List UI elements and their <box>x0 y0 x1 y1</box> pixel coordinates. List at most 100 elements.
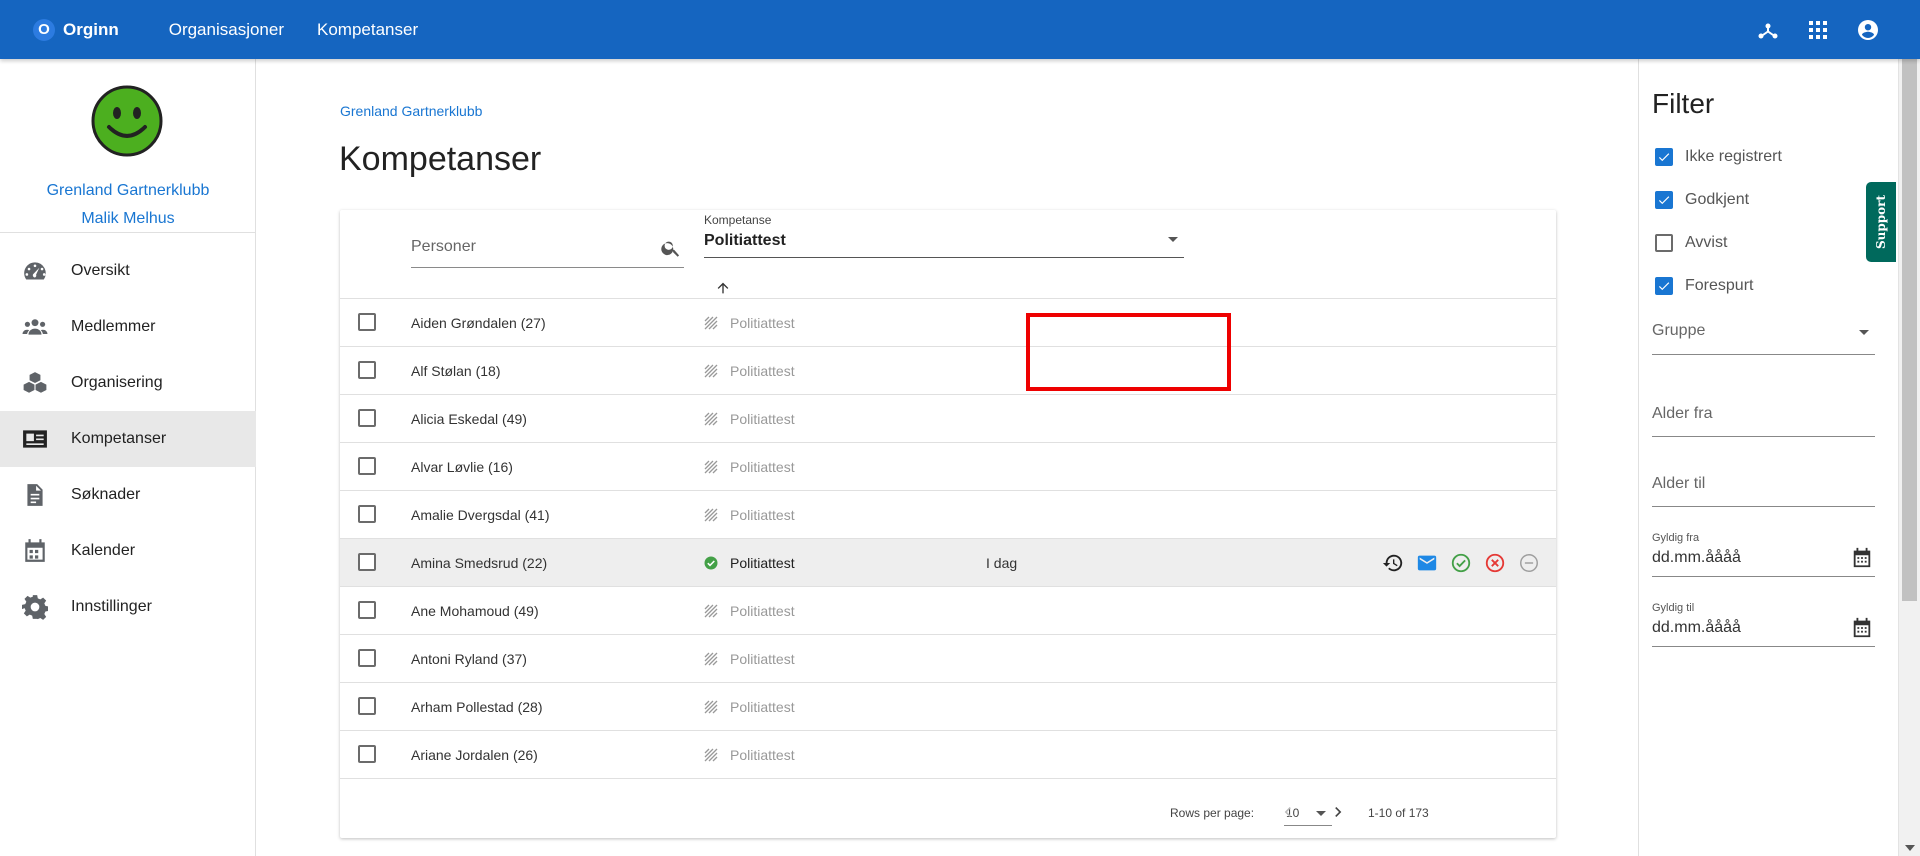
filter-check-ikke-registrert[interactable]: Ikke registrert <box>1652 145 1782 169</box>
gyldig-til-field[interactable]: Gyldig til dd.mm.åååå <box>1652 602 1875 647</box>
sidebar-item-label: Organisering <box>71 374 163 391</box>
account-icon[interactable] <box>1856 18 1880 42</box>
kompetanse-name: Politiattest <box>730 506 795 523</box>
table-row[interactable]: Arham Pollestad (28) Politiattest <box>340 683 1556 731</box>
person-name[interactable]: Alf Stølan (18) <box>411 363 500 379</box>
table-row[interactable]: Amina Smedsrud (22) Politiattest I dag <box>340 539 1556 587</box>
gyldig-til-label: Gyldig til <box>1652 602 1695 614</box>
remove-icon[interactable] <box>1518 552 1540 574</box>
person-name[interactable]: Ariane Jordalen (26) <box>411 747 538 763</box>
filter-panel: Filter Ikke registrert Godkjent Avvist F… <box>1638 59 1898 856</box>
id-card-icon <box>23 430 47 448</box>
next-page-button[interactable] <box>1328 802 1348 822</box>
sidebar-item-organisering[interactable]: Organisering <box>0 355 256 411</box>
kompetanse-name: Politiattest <box>730 314 795 331</box>
approve-icon[interactable] <box>1450 552 1472 574</box>
support-label: Support <box>1874 194 1889 250</box>
sort-arrow-up-icon[interactable] <box>715 280 731 296</box>
row-checkbox[interactable] <box>358 745 376 763</box>
sidebar-item-soknader[interactable]: Søknader <box>0 467 256 523</box>
table-row[interactable]: Alf Stølan (18) Politiattest <box>340 347 1556 395</box>
club-name[interactable]: Grenland Gartnerklubb <box>0 182 256 200</box>
row-checkbox[interactable] <box>358 409 376 427</box>
nav-organisasjoner[interactable]: Organisasjoner <box>169 20 284 40</box>
people-icon <box>22 319 48 335</box>
history-icon[interactable] <box>1382 552 1404 574</box>
nav-kompetanser[interactable]: Kompetanser <box>317 20 418 40</box>
table-pagination: Rows per page: 10 1-10 of 173 <box>340 788 1556 838</box>
row-checkbox[interactable] <box>358 553 376 571</box>
filter-check-avvist[interactable]: Avvist <box>1652 231 1727 255</box>
scroll-thumb[interactable] <box>1902 18 1917 601</box>
calendar-icon[interactable] <box>1851 547 1873 569</box>
checkbox-checked-icon[interactable] <box>1655 191 1673 209</box>
person-name[interactable]: Antoni Ryland (37) <box>411 651 527 667</box>
filter-check-label: Avvist <box>1685 234 1728 251</box>
previous-page-button[interactable] <box>1278 802 1298 822</box>
rows-per-page-label: Rows per page: <box>1170 806 1255 820</box>
logo-badge: O <box>33 18 55 41</box>
gyldig-fra-field[interactable]: Gyldig fra dd.mm.åååå <box>1652 532 1875 577</box>
row-checkbox[interactable] <box>358 505 376 523</box>
not-registered-icon <box>704 364 718 378</box>
sidebar-item-innstillinger[interactable]: Innstillinger <box>0 579 256 635</box>
person-name[interactable]: Alicia Eskedal (49) <box>411 411 527 427</box>
person-search-input[interactable] <box>411 226 651 262</box>
sidebar-item-kompetanser[interactable]: Kompetanser <box>0 411 256 467</box>
sidebar-item-label: Kalender <box>71 542 136 559</box>
table-row[interactable]: Ariane Jordalen (26) Politiattest <box>340 731 1556 779</box>
kompetanse-name: Politiattest <box>730 650 795 667</box>
table-row[interactable]: Ane Mohamoud (49) Politiattest <box>340 587 1556 635</box>
table-row[interactable]: Amalie Dvergsdal (41) Politiattest <box>340 491 1556 539</box>
reject-icon[interactable] <box>1484 552 1506 574</box>
person-name[interactable]: Ane Mohamoud (49) <box>411 603 539 619</box>
support-tab[interactable]: Support <box>1866 182 1896 262</box>
person-name[interactable]: Amina Smedsrud (22) <box>411 555 547 571</box>
hub-icon[interactable] <box>1756 18 1780 42</box>
table-row[interactable]: Alicia Eskedal (49) Politiattest <box>340 395 1556 443</box>
sidebar-item-medlemmer[interactable]: Medlemmer <box>0 299 256 355</box>
sidebar-item-oversikt[interactable]: Oversikt <box>0 243 256 299</box>
person-name[interactable]: Amalie Dvergsdal (41) <box>411 507 550 523</box>
kompetanse-select[interactable]: Kompetanse Politiattest <box>704 210 1184 258</box>
row-checkbox[interactable] <box>358 361 376 379</box>
row-checkbox[interactable] <box>358 313 376 331</box>
checkbox-empty-icon[interactable] <box>1655 234 1673 252</box>
table-row[interactable]: Alvar Løvlie (16) Politiattest <box>340 443 1556 491</box>
checkbox-checked-icon[interactable] <box>1655 148 1673 166</box>
gruppe-select[interactable]: Gruppe <box>1652 314 1875 355</box>
row-checkbox[interactable] <box>358 649 376 667</box>
app-logo[interactable]: O Orginn <box>33 18 119 41</box>
app-name: Orginn <box>63 19 119 39</box>
smiley-icon <box>91 85 163 157</box>
row-checkbox[interactable] <box>358 697 376 715</box>
alder-fra-field[interactable]: Alder fra <box>1652 397 1875 437</box>
not-registered-icon <box>704 316 718 330</box>
apps-icon[interactable] <box>1806 18 1830 42</box>
row-checkbox[interactable] <box>358 457 376 475</box>
filter-check-godkjent[interactable]: Godkjent <box>1652 188 1749 212</box>
filter-check-forespurt[interactable]: Forespurt <box>1652 274 1753 298</box>
user-name[interactable]: Malik Melhus <box>0 210 256 228</box>
sidebar-item-kalender[interactable]: Kalender <box>0 523 256 579</box>
person-name[interactable]: Alvar Løvlie (16) <box>411 459 513 475</box>
checkbox-checked-icon[interactable] <box>1655 277 1673 295</box>
breadcrumb[interactable]: Grenland Gartnerklubb <box>340 103 482 119</box>
row-checkbox[interactable] <box>358 601 376 619</box>
scroll-down-icon[interactable] <box>1905 845 1915 851</box>
kompetanse-name: Politiattest <box>730 698 795 715</box>
search-icon[interactable] <box>660 237 682 259</box>
calendar-icon[interactable] <box>1851 617 1873 639</box>
chevron-left-icon <box>1284 807 1291 817</box>
alder-til-field[interactable]: Alder til <box>1652 467 1875 507</box>
mail-icon[interactable] <box>1416 552 1438 574</box>
person-name[interactable]: Arham Pollestad (28) <box>411 699 543 715</box>
table-row[interactable]: Antoni Ryland (37) Politiattest <box>340 635 1556 683</box>
page-scrollbar[interactable] <box>1898 0 1920 856</box>
kompetanse-select-value: Politiattest <box>704 232 786 249</box>
table-row[interactable]: Aiden Grøndalen (27) Politiattest <box>340 299 1556 347</box>
person-search-field[interactable] <box>411 226 684 268</box>
not-registered-icon <box>704 748 718 762</box>
filter-check-label: Ikke registrert <box>1685 148 1782 165</box>
person-name[interactable]: Aiden Grøndalen (27) <box>411 315 546 331</box>
